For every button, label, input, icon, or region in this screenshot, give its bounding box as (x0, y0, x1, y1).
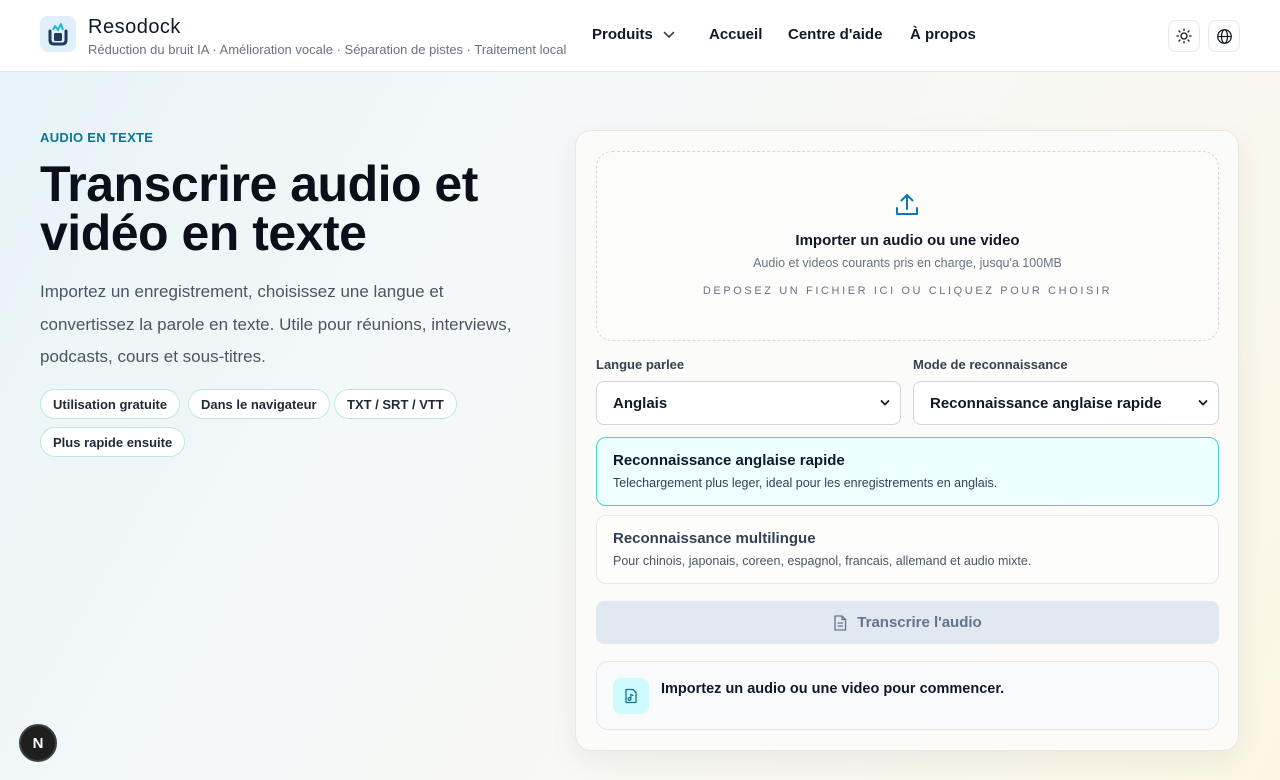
nav-home-link[interactable]: Accueil (709, 26, 762, 43)
language-button[interactable] (1208, 20, 1240, 52)
status-icon-wrap (613, 678, 649, 714)
document-icon (834, 614, 847, 631)
language-label: Langue parlee (596, 357, 685, 372)
mode-label: Mode de reconnaissance (913, 357, 1068, 372)
upload-icon (896, 194, 918, 215)
theme-toggle-button[interactable] (1168, 20, 1200, 52)
nav-products-menu[interactable]: Produits (592, 26, 675, 43)
brand-tagline: Réduction du bruit IA · Amélioration voc… (88, 42, 567, 57)
dropzone-title: Importer un audio ou une video (795, 232, 1020, 249)
status-box: Importez un audio ou une video pour comm… (596, 661, 1219, 730)
nav-products-label: Produits (592, 26, 653, 43)
language-select[interactable]: Anglais (596, 381, 901, 425)
top-header: Resodock Réduction du bruit IA · Amélior… (0, 0, 1280, 72)
fab-label: N (32, 734, 44, 752)
option-title: Reconnaissance multilingue (613, 530, 816, 547)
feature-chip: TXT / SRT / VTT (334, 389, 457, 419)
language-select-value: Anglais (613, 394, 668, 412)
feature-chip: Utilisation gratuite (40, 389, 181, 419)
sun-icon (1176, 28, 1192, 44)
dropzone-subtitle: Audio et videos courants pris en charge,… (753, 256, 1062, 270)
option-fast-english[interactable]: Reconnaissance anglaise rapide Telecharg… (596, 437, 1219, 506)
chevron-down-icon (663, 31, 675, 38)
audio-file-icon (625, 688, 637, 704)
floating-action-button[interactable]: N (19, 724, 57, 762)
option-title: Reconnaissance anglaise rapide (613, 452, 845, 469)
nav-help-link[interactable]: Centre d'aide (788, 26, 882, 43)
mode-select[interactable]: Reconnaissance anglaise rapide (913, 381, 1219, 425)
brand-name[interactable]: Resodock (88, 16, 181, 39)
status-message: Importez un audio ou une video pour comm… (661, 681, 1005, 697)
dropzone-hint: DEPOSEZ UN FICHIER ICI OU CLIQUEZ POUR C… (702, 285, 1113, 297)
nav-about-link[interactable]: À propos (910, 26, 976, 43)
globe-icon (1216, 28, 1232, 44)
feature-chip: Dans le navigateur (188, 389, 330, 419)
page-title: Transcrire audio et vidéo en texte (40, 156, 478, 261)
logo-icon (40, 16, 76, 52)
hero-description: Importez un enregistrement, choisissez u… (40, 282, 512, 366)
option-multilingual[interactable]: Reconnaissance multilingue Pour chinois,… (596, 515, 1219, 584)
logo[interactable] (40, 16, 76, 52)
mode-select-value: Reconnaissance anglaise rapide (930, 394, 1162, 412)
transcribe-button-label: Transcrire l'audio (857, 614, 982, 631)
chevron-down-icon (880, 400, 890, 406)
option-description: Pour chinois, japonais, coreen, espagnol… (613, 554, 1032, 568)
transcribe-button[interactable]: Transcrire l'audio (596, 601, 1219, 644)
hero-eyebrow: AUDIO EN TEXTE (40, 130, 154, 145)
option-description: Telechargement plus leger, ideal pour le… (613, 476, 998, 490)
chevron-down-icon (1198, 400, 1208, 406)
feature-chip: Plus rapide ensuite (40, 427, 186, 457)
